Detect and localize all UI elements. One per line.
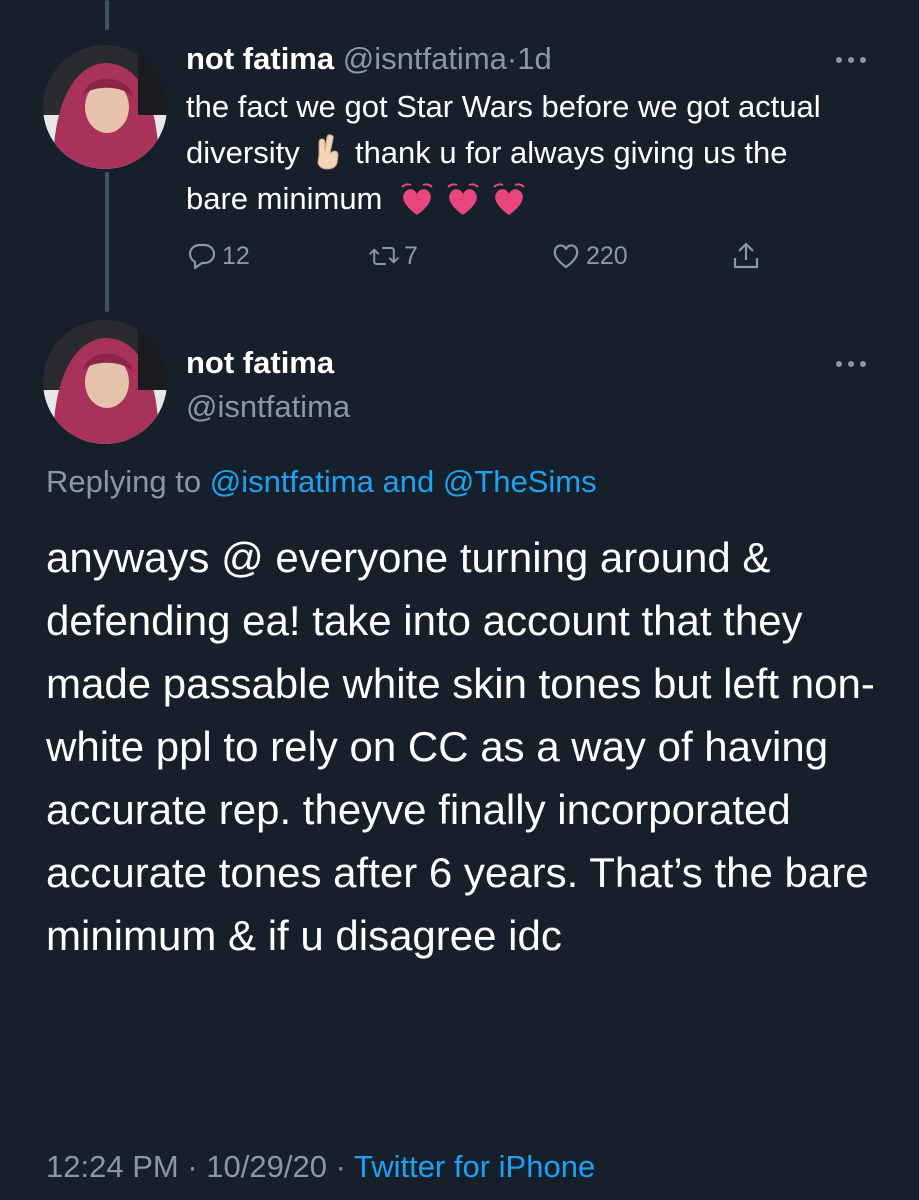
tweet-date[interactable]: 10/29/20	[206, 1149, 327, 1184]
tweet-actions: 12 7 220	[186, 236, 786, 276]
replying-to: Replying to @isntfatima and @TheSims	[46, 462, 597, 502]
separator: ·	[187, 1149, 198, 1184]
avatar[interactable]	[43, 45, 167, 169]
reply-count: 12	[222, 241, 250, 270]
mention-link[interactable]: @isntfatima	[210, 464, 374, 499]
avatar-image	[43, 320, 167, 444]
avatar[interactable]	[43, 320, 167, 444]
growing-heart-icon	[493, 183, 525, 215]
retweet-icon	[369, 247, 399, 265]
dot-icon	[860, 57, 866, 63]
reply-button[interactable]: 12	[186, 236, 250, 276]
share-button[interactable]	[730, 236, 762, 276]
dot-icon	[860, 361, 866, 367]
display-name[interactable]: not fatima	[186, 41, 334, 76]
thread-line-middle	[105, 172, 109, 312]
crossed-fingers-icon	[317, 134, 339, 170]
avatar-image	[43, 45, 167, 169]
thread-line-top	[105, 0, 109, 30]
source-link[interactable]: Twitter for iPhone	[354, 1149, 595, 1184]
like-button[interactable]: 220	[550, 236, 628, 276]
tweet-age[interactable]: 1d	[517, 41, 551, 76]
display-name[interactable]: not fatima	[186, 344, 334, 382]
growing-heart-icon	[447, 183, 479, 215]
more-options-button[interactable]	[834, 52, 874, 68]
separator: ·	[335, 1149, 346, 1184]
more-options-button[interactable]	[834, 356, 874, 372]
heart-icon	[553, 244, 579, 269]
tweet-text: anyways @ everyone turning around & defe…	[46, 534, 875, 959]
handle[interactable]: @isntfatima	[343, 41, 507, 76]
tweet-header: not fatima @isntfatima·1d	[186, 40, 552, 78]
dot-icon	[848, 361, 854, 367]
tweet-text: the fact we got Star Wars before we got …	[186, 84, 846, 222]
mention-link[interactable]: @TheSims	[443, 464, 597, 499]
tweet-time[interactable]: 12:24 PM	[46, 1149, 179, 1184]
retweet-button[interactable]: 7	[368, 236, 418, 276]
growing-heart-icon	[401, 183, 433, 215]
like-count: 220	[586, 241, 628, 270]
tweet-meta: 12:24 PM · 10/29/20 · Twitter for iPhone	[46, 1144, 595, 1190]
dot-icon	[836, 57, 842, 63]
share-icon	[733, 242, 759, 269]
dot-icon	[836, 361, 842, 367]
dot-icon	[848, 57, 854, 63]
replying-and[interactable]: and	[382, 464, 434, 499]
separator: ·	[506, 41, 518, 76]
replying-prefix: Replying to	[46, 464, 202, 499]
reply-icon	[188, 243, 216, 270]
handle[interactable]: @isntfatima	[186, 388, 350, 426]
retweet-count: 7	[404, 241, 418, 270]
